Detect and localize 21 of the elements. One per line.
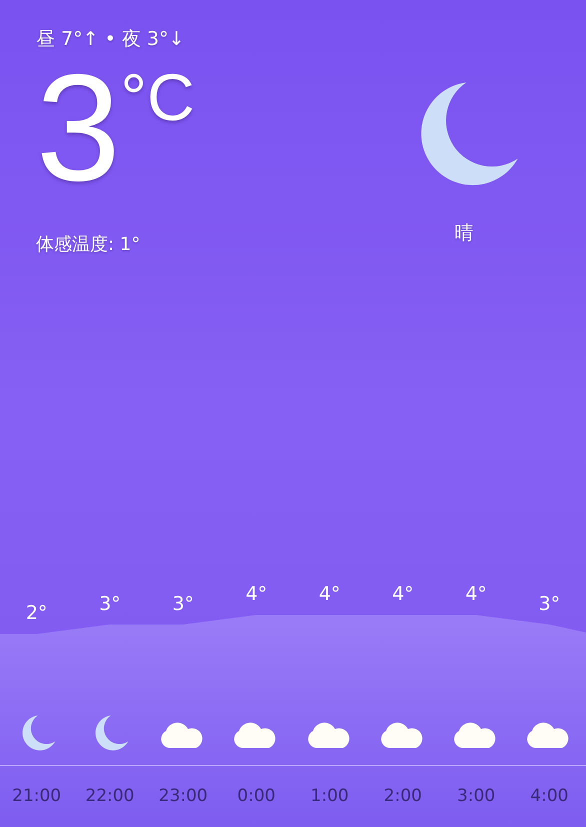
- hour-temperature: 4°: [318, 583, 340, 605]
- hour-temperature: 2°: [26, 602, 48, 624]
- hour-temperature: 4°: [246, 583, 268, 605]
- day-night-temperatures: 昼 7°↑ • 夜 3°↓: [36, 27, 186, 52]
- feels-like-temperature: 体感温度: 1°: [36, 233, 142, 256]
- hour-time: 2:00: [384, 786, 422, 806]
- hour-temperature: 4°: [465, 583, 487, 605]
- hour-time: 22:00: [85, 786, 134, 806]
- hour-time: 3:00: [457, 786, 496, 806]
- hour-time: 0:00: [237, 786, 276, 806]
- weather-condition: 晴: [454, 221, 474, 246]
- hour-time: 23:00: [158, 786, 208, 806]
- temperature-unit: °C: [120, 64, 195, 130]
- hour-temperature: 4°: [392, 583, 414, 605]
- hour-temperature: 3°: [99, 592, 121, 614]
- hour-time: 1:00: [310, 786, 349, 806]
- hour-temperature: 3°: [538, 592, 560, 614]
- hour-time: 21:00: [12, 786, 62, 806]
- hour-time: 4:00: [530, 786, 568, 806]
- current-temperature: 3: [36, 58, 121, 198]
- hour-temperature: 3°: [172, 592, 194, 614]
